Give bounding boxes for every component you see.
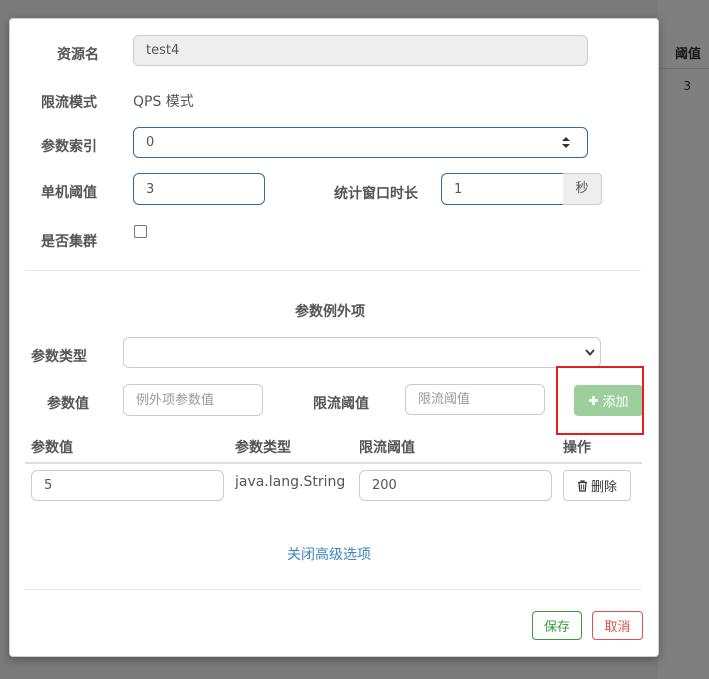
param-value-input[interactable]: [123, 384, 263, 416]
param-value-label: 参数值: [47, 396, 89, 412]
threshold-input[interactable]: [133, 173, 265, 205]
footer-divider: [25, 589, 641, 590]
row-limit-input[interactable]: [359, 470, 552, 501]
close-advanced-options-link[interactable]: 关闭高级选项: [287, 544, 371, 564]
highlight-box: [556, 366, 644, 435]
column-header-param-value: 参数值: [31, 440, 73, 456]
number-spinner-icon[interactable]: [561, 135, 571, 150]
param-type-label: 参数类型: [31, 349, 87, 365]
section-divider: [25, 270, 641, 271]
resource-name-input[interactable]: [133, 35, 588, 66]
column-header-action: 操作: [563, 440, 591, 456]
table-row: java.lang.String 删除: [25, 464, 642, 514]
limit-threshold-input[interactable]: [405, 384, 545, 415]
cluster-mode-label: 是否集群: [41, 234, 97, 250]
save-button[interactable]: 保存: [532, 611, 582, 640]
cluster-mode-checkbox[interactable]: [134, 225, 147, 238]
modal-backdrop[interactable]: [658, 0, 709, 679]
cancel-button[interactable]: 取消: [592, 611, 643, 640]
window-duration-label: 统计窗口时长: [334, 186, 418, 202]
flow-mode-label: 限流模式: [41, 95, 97, 111]
column-header-param-type: 参数类型: [235, 440, 291, 456]
window-unit-addon: 秒: [563, 173, 602, 205]
limit-threshold-label: 限流阈值: [313, 396, 369, 412]
delete-row-button[interactable]: 删除: [563, 470, 631, 501]
param-type-select[interactable]: [123, 337, 601, 368]
column-header-limit: 限流阈值: [359, 440, 415, 456]
param-index-label: 参数索引: [41, 139, 97, 155]
trash-icon: [577, 479, 587, 492]
param-index-input[interactable]: [133, 127, 588, 158]
exceptions-section-title: 参数例外项: [295, 304, 365, 320]
window-duration-input[interactable]: [441, 173, 564, 205]
resource-name-label: 资源名: [57, 47, 99, 63]
row-param-value-input[interactable]: [31, 470, 224, 501]
delete-row-label: 删除: [590, 480, 617, 495]
row-param-type: java.lang.String: [235, 474, 346, 490]
threshold-label: 单机阈值: [41, 185, 97, 201]
flow-rule-dialog: 资源名 限流模式 QPS 模式 参数索引 单机阈值 统计窗口时长 秒 是否集群 …: [9, 18, 659, 657]
chevron-down-icon: [585, 349, 595, 356]
flow-mode-value: QPS 模式: [133, 94, 194, 110]
